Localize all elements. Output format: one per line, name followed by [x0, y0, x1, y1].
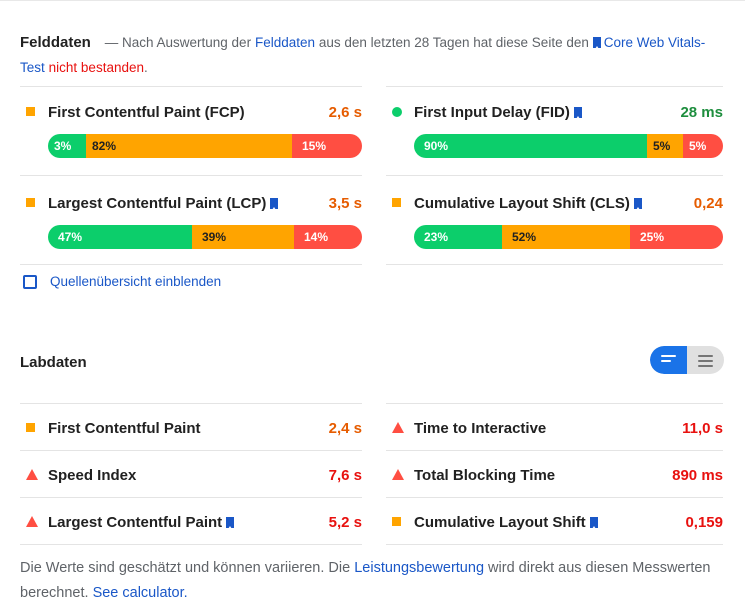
good-circle-icon: [392, 107, 402, 117]
fail-triangle-icon: [26, 469, 38, 480]
divider: [20, 450, 362, 451]
field-data-link[interactable]: Felddaten: [255, 35, 315, 50]
metric-value: 0,159: [685, 514, 723, 531]
average-square-icon: [26, 107, 35, 116]
needs-improvement-segment: 5%: [647, 134, 683, 158]
divider: [386, 450, 723, 451]
view-toggle[interactable]: [650, 346, 724, 374]
good-segment: 3%: [48, 134, 86, 158]
good-segment: 23%: [414, 225, 502, 249]
top-divider: [0, 0, 745, 1]
bookmark-icon: [589, 517, 598, 529]
metric-name: Time to Interactive: [414, 420, 547, 437]
metric-name: Cumulative Layout Shift: [414, 514, 586, 531]
field-metric-fcp: First Contentful Paint (FCP) 2,6 s: [20, 98, 362, 128]
bookmark-icon: [226, 517, 235, 529]
divider: [20, 86, 362, 87]
field-metric-lcp: Largest Contentful Paint (LCP) 3,5 s: [20, 189, 362, 219]
checkbox-icon[interactable]: [23, 275, 37, 289]
compact-lines-icon: [661, 355, 676, 365]
divider: [20, 497, 362, 498]
performance-score-link[interactable]: Leistungsbewertung: [354, 560, 484, 576]
fail-triangle-icon: [26, 516, 38, 527]
fail-triangle-icon: [392, 469, 404, 480]
poor-segment: 15%: [292, 134, 362, 158]
field-metric-cls: Cumulative Layout Shift (CLS) 0,24: [386, 189, 723, 219]
divider: [386, 544, 723, 545]
bookmark-icon: [592, 37, 601, 49]
lab-metric-lcp: Largest Contentful Paint 5,2 s: [20, 508, 362, 538]
see-calculator-link[interactable]: See calculator.: [93, 585, 188, 601]
cwv-result: nicht bestanden: [48, 60, 144, 75]
lab-metric-fcp: First Contentful Paint 2,4 s: [20, 414, 362, 444]
field-metric-fid: First Input Delay (FID) 28 ms: [386, 98, 723, 128]
fail-triangle-icon: [392, 422, 404, 433]
metric-value: 28 ms: [680, 104, 723, 121]
distribution-bar-fid: 90% 5% 5%: [414, 134, 723, 158]
footnote-text: Die Werte sind geschätzt und können vari…: [20, 560, 351, 576]
origin-summary-label[interactable]: Quellenübersicht einblenden: [50, 274, 221, 289]
list-view-button[interactable]: [650, 346, 687, 374]
metric-value: 2,6 s: [328, 104, 362, 121]
distribution-bar-fcp: 3% 82% 15%: [48, 134, 362, 158]
divider: [386, 403, 723, 404]
lab-data-title: Labdaten: [20, 354, 87, 371]
bookmark-icon: [573, 107, 582, 119]
field-data-intro-mid: aus den letzten 28 Tagen hat diese Seite…: [318, 35, 589, 50]
poor-segment: 14%: [294, 225, 362, 249]
average-square-icon: [392, 198, 401, 207]
divider: [386, 264, 723, 265]
metric-value: 890 ms: [672, 467, 723, 484]
metric-name: Total Blocking Time: [414, 467, 556, 484]
metric-name: Cumulative Layout Shift (CLS): [414, 195, 630, 212]
metric-name: Largest Contentful Paint: [48, 514, 223, 531]
poor-segment: 25%: [630, 225, 723, 249]
divider: [20, 175, 362, 176]
divider: [386, 86, 723, 87]
average-square-icon: [392, 517, 401, 526]
average-square-icon: [26, 198, 35, 207]
metric-name: First Contentful Paint: [48, 420, 201, 437]
metric-name: Speed Index: [48, 467, 137, 484]
metric-value: 2,4 s: [328, 420, 362, 437]
needs-improvement-segment: 39%: [192, 225, 294, 249]
bookmark-icon: [270, 198, 279, 210]
cwv-result-suffix: .: [143, 60, 148, 75]
expanded-view-button[interactable]: [687, 346, 724, 374]
needs-improvement-segment: 52%: [502, 225, 630, 249]
distribution-bar-cls: 23% 52% 25%: [414, 225, 723, 249]
field-data-header: Felddaten — Nach Auswertung der Felddate…: [20, 30, 720, 80]
bookmark-icon: [633, 198, 642, 210]
divider: [20, 403, 362, 404]
good-segment: 90%: [414, 134, 647, 158]
lab-metric-speed-index: Speed Index 7,6 s: [20, 461, 362, 491]
divider: [20, 544, 362, 545]
metric-value: 5,2 s: [328, 514, 362, 531]
metric-value: 0,24: [693, 195, 723, 212]
field-data-title: Felddaten: [20, 34, 91, 51]
metric-name: First Contentful Paint (FCP): [48, 104, 245, 121]
needs-improvement-segment: 82%: [86, 134, 292, 158]
average-square-icon: [26, 423, 35, 432]
lab-metric-cls: Cumulative Layout Shift 0,159: [386, 508, 723, 538]
metric-value: 3,5 s: [328, 195, 362, 212]
metric-name: Largest Contentful Paint (LCP): [48, 195, 267, 212]
expanded-lines-icon: [698, 355, 713, 370]
divider: [386, 497, 723, 498]
lab-metric-tti: Time to Interactive 11,0 s: [386, 414, 723, 444]
divider: [20, 264, 362, 265]
metric-name: First Input Delay (FID): [414, 104, 570, 121]
distribution-bar-lcp: 47% 39% 14%: [48, 225, 362, 249]
metric-value: 7,6 s: [328, 467, 362, 484]
divider: [386, 175, 723, 176]
lab-metric-tbt: Total Blocking Time 890 ms: [386, 461, 723, 491]
field-data-intro-prefix: — Nach Auswertung der: [104, 35, 252, 50]
metric-value: 11,0 s: [682, 420, 723, 437]
good-segment: 47%: [48, 225, 192, 249]
lab-data-footnote: Die Werte sind geschätzt und können vari…: [20, 556, 720, 606]
poor-segment: 5%: [683, 134, 723, 158]
